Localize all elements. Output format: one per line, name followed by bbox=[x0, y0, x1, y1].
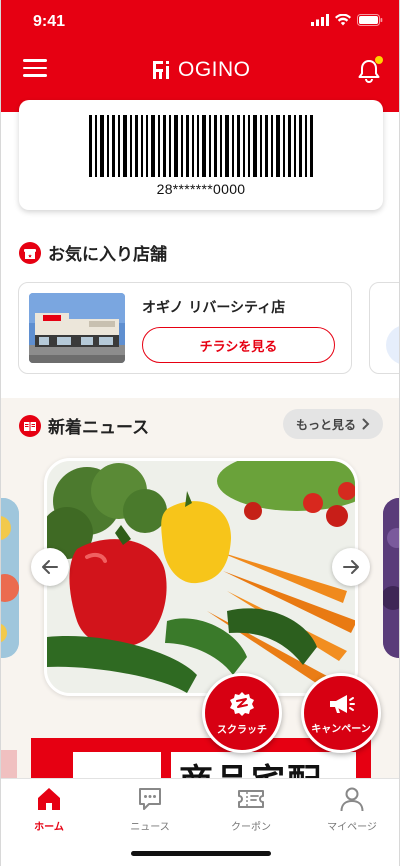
chat-bubble-icon bbox=[136, 785, 164, 813]
vegetables-image bbox=[47, 461, 355, 693]
campaign-label: キャンペーン bbox=[311, 723, 371, 735]
signal-icon bbox=[311, 14, 329, 26]
ogino-logo: OGINO bbox=[152, 58, 251, 82]
member-barcode-card[interactable]: 28*******0000 bbox=[19, 100, 383, 210]
news-slide-next[interactable] bbox=[383, 498, 399, 658]
store-name: オギノ リバーシティ店 bbox=[142, 300, 286, 316]
tab-coupon[interactable]: クーポン bbox=[211, 785, 291, 833]
tab-home[interactable]: ホーム bbox=[9, 785, 89, 833]
tab-mypage[interactable]: マイページ bbox=[312, 785, 392, 833]
arrow-right-icon bbox=[343, 560, 359, 574]
person-icon bbox=[338, 785, 366, 813]
status-icons bbox=[311, 14, 383, 26]
tab-news-label: ニュース bbox=[130, 822, 170, 833]
arrow-left-icon bbox=[42, 560, 58, 574]
favorite-stores-title: お気に入り店舗 bbox=[48, 245, 167, 265]
scratch-label: スクラッチ bbox=[217, 724, 267, 736]
store-card-next[interactable] bbox=[369, 282, 399, 374]
scratch-badge-icon bbox=[230, 691, 254, 716]
news-slide-prev[interactable] bbox=[1, 498, 19, 658]
ticket-icon bbox=[237, 785, 265, 813]
wifi-icon bbox=[335, 14, 351, 26]
tab-coupon-label: クーポン bbox=[231, 822, 271, 833]
store-card[interactable]: オギノ リバーシティ店 チラシを見る bbox=[18, 282, 352, 374]
favorite-stores-heading: お気に入り店舗 bbox=[19, 240, 167, 265]
carousel-next-button[interactable] bbox=[332, 548, 370, 586]
scratch-button[interactable]: スクラッチ bbox=[202, 673, 282, 753]
barcode-number: 28*******0000 bbox=[156, 181, 246, 197]
logo-mark-icon bbox=[153, 61, 169, 79]
news-book-icon bbox=[19, 414, 41, 437]
news-slide-vegetables[interactable] bbox=[44, 458, 358, 696]
logo-text: OGINO bbox=[178, 58, 251, 81]
barcode-image bbox=[89, 115, 313, 177]
see-more-button[interactable]: もっと見る bbox=[283, 409, 383, 439]
tab-mypage-label: マイページ bbox=[327, 822, 377, 833]
hamburger-menu-icon[interactable] bbox=[23, 59, 47, 79]
tab-news[interactable]: ニュース bbox=[110, 785, 190, 833]
store-photo bbox=[29, 293, 125, 363]
news-title: 新着ニュース bbox=[48, 418, 150, 438]
promo-banner-prev bbox=[1, 750, 17, 780]
battery-icon bbox=[357, 14, 383, 26]
notification-badge bbox=[375, 56, 383, 64]
add-store-placeholder bbox=[386, 325, 399, 365]
carousel-prev-button[interactable] bbox=[31, 548, 69, 586]
campaign-button[interactable]: キャンペーン bbox=[301, 673, 381, 753]
home-icon bbox=[35, 785, 63, 813]
home-indicator bbox=[131, 851, 271, 856]
app-screen: 9:41 OGINO 28*******0000 お気に入り店舗 オギノ リバー… bbox=[0, 0, 400, 866]
chevron-right-icon bbox=[362, 418, 370, 430]
view-flyer-button[interactable]: チラシを見る bbox=[142, 327, 335, 363]
see-more-label: もっと見る bbox=[295, 417, 356, 432]
megaphone-icon bbox=[330, 694, 355, 713]
store-icon bbox=[19, 241, 41, 264]
tab-home-label: ホーム bbox=[34, 822, 64, 833]
news-heading: 新着ニュース bbox=[19, 413, 149, 438]
status-time: 9:41 bbox=[33, 13, 66, 30]
